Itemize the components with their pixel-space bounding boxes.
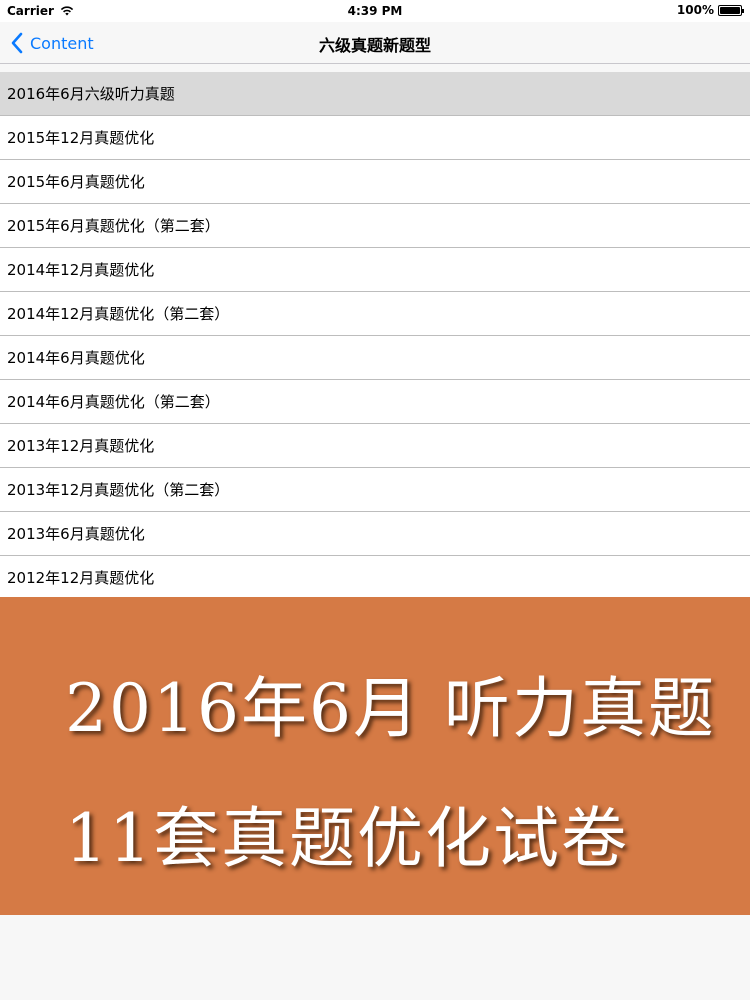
battery-percent: 100%	[676, 3, 714, 17]
exam-list: 2016年6月六级听力真题 2015年12月真题优化 2015年6月真题优化 2015…	[0, 72, 750, 600]
list-item[interactable]: 2014年6月真题优化	[0, 336, 750, 380]
navigation-bar: Content 六级真题新题型	[0, 22, 750, 64]
battery-indicator: 100%	[676, 3, 744, 17]
list-item[interactable]: 2016年6月六级听力真题	[0, 72, 750, 116]
list-item[interactable]: 2014年12月真题优化	[0, 248, 750, 292]
banner-line-2: 11套真题优化试卷	[65, 800, 629, 877]
status-bar: Carrier 4:39 PM 100%	[0, 0, 750, 22]
promo-banner: 2016年6月 听力真题 11套真题优化试卷	[0, 597, 750, 915]
status-time: 4:39 PM	[347, 4, 403, 18]
list-item[interactable]: 2013年6月真题优化	[0, 512, 750, 556]
list-item[interactable]: 2013年12月真题优化	[0, 424, 750, 468]
list-item[interactable]: 2015年12月真题优化	[0, 116, 750, 160]
footer-area	[0, 915, 750, 1000]
list-item[interactable]: 2013年12月真题优化（第二套）	[0, 468, 750, 512]
list-item[interactable]: 2014年6月真题优化（第二套）	[0, 380, 750, 424]
list-item[interactable]: 2015年6月真题优化	[0, 160, 750, 204]
banner-line-1: 2016年6月 听力真题	[65, 670, 716, 747]
battery-icon	[718, 4, 744, 16]
page-title: 六级真题新题型	[318, 36, 431, 55]
list-item[interactable]: 2012年12月真题优化	[0, 556, 750, 600]
list-item[interactable]: 2015年6月真题优化（第二套）	[0, 204, 750, 248]
list-item[interactable]: 2014年12月真题优化（第二套）	[0, 292, 750, 336]
